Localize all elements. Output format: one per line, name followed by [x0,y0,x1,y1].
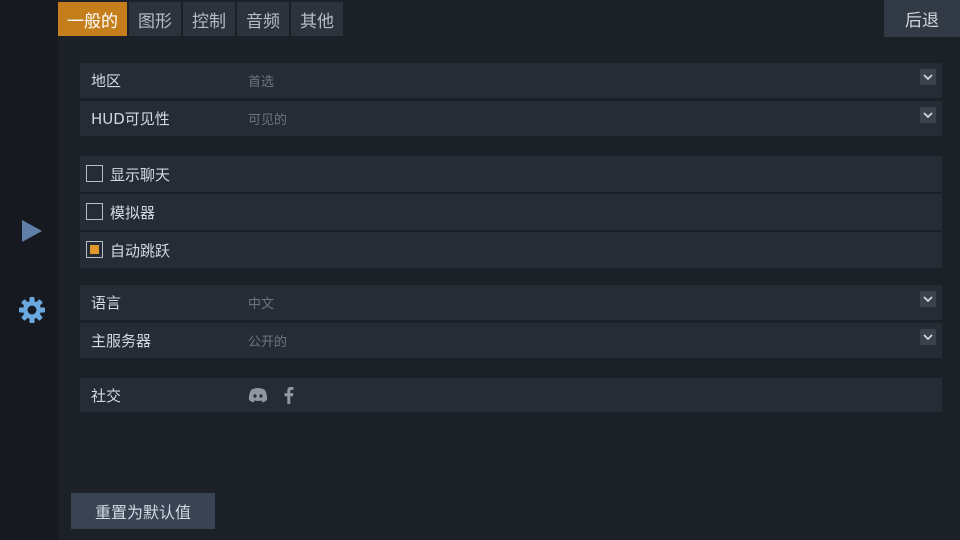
emulator-checkbox-row[interactable]: 模拟器 [80,194,942,230]
main-server-setting: 主服务器 公开的 [80,323,942,358]
tab-bar: 一般的 图形 控制 音频 其他 [58,2,345,36]
region-dropdown-button[interactable] [920,69,936,85]
tab-other[interactable]: 其他 [291,2,343,36]
auto-jump-checkbox-row[interactable]: 自动跳跃 [80,232,942,268]
show-chat-checkbox-row[interactable]: 显示聊天 [80,156,942,192]
region-setting: 地区 首选 [80,63,942,98]
chevron-down-icon [923,112,933,118]
language-dropdown-value[interactable]: 中文 [248,285,274,320]
back-button[interactable]: 后退 [884,0,960,37]
language-dropdown-button[interactable] [920,291,936,307]
main-server-label: 主服务器 [91,332,152,350]
hud-visibility-dropdown-button[interactable] [920,107,936,123]
tab-graphics[interactable]: 图形 [129,2,181,36]
gear-icon[interactable] [18,296,46,324]
tab-general[interactable]: 一般的 [58,2,127,36]
auto-jump-label: 自动跳跃 [110,241,171,260]
tab-audio[interactable]: 音频 [237,2,289,36]
social-setting: 社交 [80,378,942,412]
hud-visibility-setting: HUD可见性 可见的 [80,101,942,136]
region-label: 地区 [91,72,122,90]
discord-icon[interactable] [248,387,268,403]
facebook-icon[interactable] [283,386,294,404]
reset-to-default-button[interactable]: 重置为默认值 [71,493,215,529]
social-icons [248,378,294,412]
chevron-down-icon [923,74,933,80]
hud-visibility-label: HUD可见性 [91,110,170,128]
main-server-dropdown-value[interactable]: 公开的 [248,323,287,358]
auto-jump-checkbox[interactable] [86,241,103,258]
hud-visibility-dropdown-value[interactable]: 可见的 [248,101,287,136]
social-label: 社交 [91,386,122,405]
chevron-down-icon [923,334,933,340]
play-icon[interactable] [20,219,44,243]
region-dropdown-value[interactable]: 首选 [248,63,274,98]
tab-controls[interactable]: 控制 [183,2,235,36]
sidebar [0,0,58,540]
show-chat-label: 显示聊天 [110,165,171,184]
main-server-dropdown-button[interactable] [920,329,936,345]
language-setting: 语言 中文 [80,285,942,320]
emulator-checkbox[interactable] [86,203,103,220]
chevron-down-icon [923,296,933,302]
show-chat-checkbox[interactable] [86,165,103,182]
emulator-label: 模拟器 [110,203,156,222]
checkbox-checked-indicator [90,245,99,254]
language-label: 语言 [91,294,122,312]
